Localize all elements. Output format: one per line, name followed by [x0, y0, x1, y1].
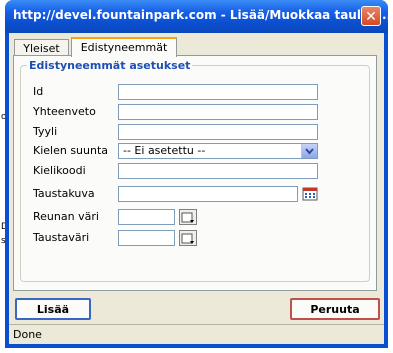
direction-selected-value: -- Ei asetettu -- [123, 144, 206, 157]
color-picker-icon [181, 233, 194, 244]
langcode-input[interactable] [118, 163, 318, 179]
advanced-settings-group: Edistyneemmät asetukset Id Yhteenveto Ty… [20, 59, 370, 282]
dialog-body: Yleiset Edistyneemmät Edistyneemmät aset… [9, 33, 384, 344]
close-icon: ✕ [365, 9, 377, 25]
id-label: Id [33, 85, 44, 98]
summary-input[interactable] [118, 104, 318, 120]
status-text: Done [13, 328, 42, 341]
style-label: Tyyli [33, 125, 58, 138]
insert-button[interactable]: Lisää [15, 298, 91, 320]
tab-advanced[interactable]: Edistyneemmät [71, 37, 177, 57]
id-input[interactable] [118, 84, 318, 100]
style-input[interactable] [118, 124, 318, 140]
status-bar: Done [9, 324, 384, 344]
dialog-window: http://devel.fountainpark.com - Lisää/Mu… [5, 0, 392, 348]
file-browser-icon[interactable] [302, 186, 318, 202]
background-image-label: Taustakuva [33, 187, 95, 200]
background-color-picker-button[interactable] [179, 230, 197, 246]
tab-panel: Edistyneemmät asetukset Id Yhteenveto Ty… [13, 55, 377, 291]
window-title: http://devel.fountainpark.com - Lisää/Mu… [13, 8, 392, 22]
chevron-down-icon[interactable] [301, 144, 317, 158]
border-color-input[interactable] [118, 209, 175, 225]
color-picker-icon [181, 212, 194, 223]
direction-select[interactable]: -- Ei asetettu -- [118, 143, 318, 159]
title-bar[interactable]: http://devel.fountainpark.com - Lisää/Mu… [5, 0, 392, 33]
background-color-label: Taustaväri [33, 231, 90, 244]
border-color-picker-button[interactable] [179, 209, 197, 225]
border-color-label: Reunan väri [33, 210, 99, 223]
group-legend: Edistyneemmät asetukset [27, 59, 193, 72]
close-button[interactable]: ✕ [361, 6, 381, 26]
background-color-input[interactable] [118, 230, 175, 246]
background-image-input[interactable] [118, 186, 298, 202]
summary-label: Yhteenveto [33, 105, 96, 118]
langcode-label: Kielikoodi [33, 164, 86, 177]
direction-label: Kielen suunta [33, 144, 109, 157]
cancel-button[interactable]: Peruuta [290, 298, 380, 320]
